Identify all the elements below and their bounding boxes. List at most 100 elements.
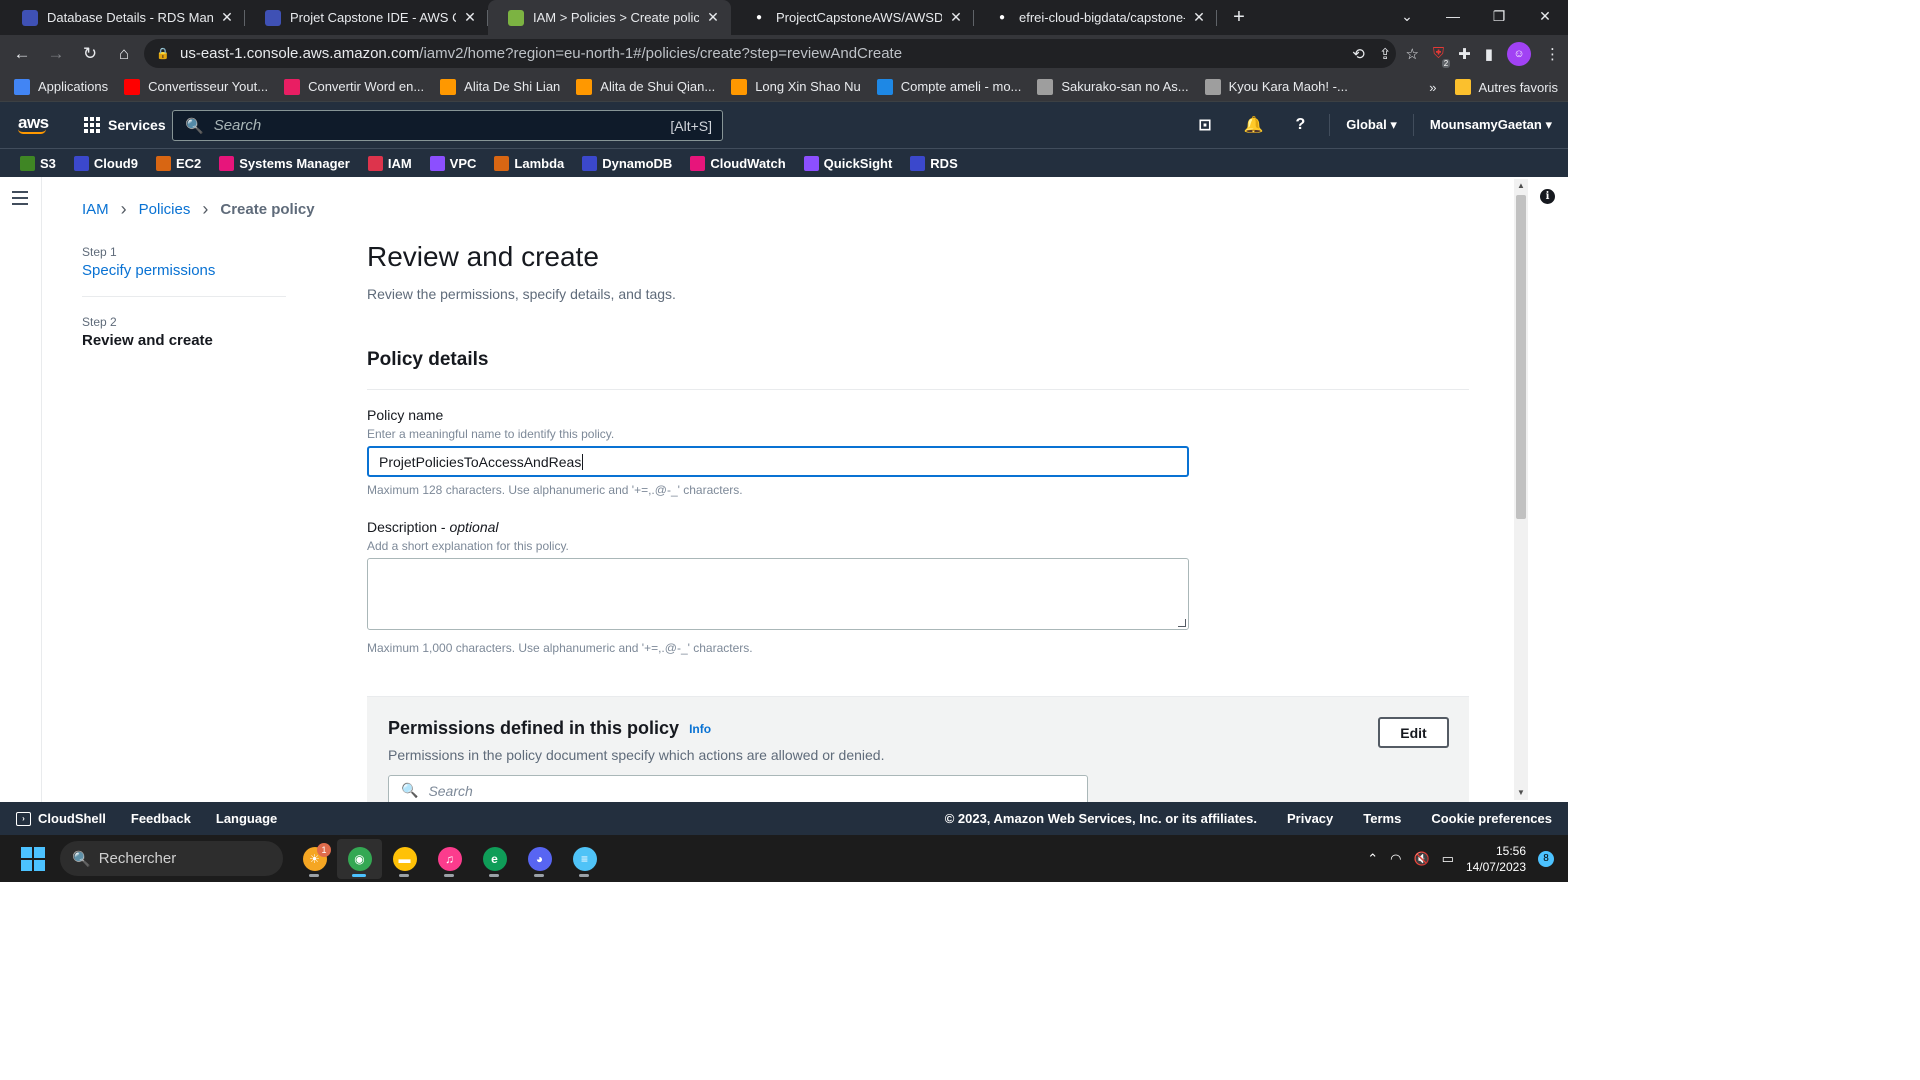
extensions-puzzle-icon[interactable]: ✚ xyxy=(1458,45,1471,63)
close-tab-icon[interactable]: ✕ xyxy=(948,9,964,26)
forward-icon[interactable]: → xyxy=(40,38,72,70)
service-shortcut-systems-manager[interactable]: Systems Manager xyxy=(219,155,350,171)
browser-tab[interactable]: ● efrei-cloud-bigdata/capstone-pro ✕ xyxy=(974,0,1217,35)
resize-handle-icon[interactable] xyxy=(1178,619,1186,627)
scroll-down-icon[interactable]: ▼ xyxy=(1516,788,1526,798)
bookmark-item[interactable]: Kyou Kara Maoh! -... xyxy=(1204,78,1348,95)
taskbar-search[interactable]: 🔍 Rechercher xyxy=(60,841,283,876)
services-menu-button[interactable]: Services xyxy=(84,117,166,133)
bookmark-item[interactable]: Alita De Shi Lian xyxy=(440,78,560,95)
service-shortcut-quicksight[interactable]: QuickSight xyxy=(803,155,892,171)
service-shortcut-vpc[interactable]: VPC xyxy=(429,155,476,171)
translate-icon[interactable]: ⟲ xyxy=(1352,45,1365,63)
breadcrumb-iam[interactable]: IAM xyxy=(82,201,109,218)
bookmark-label: Convertisseur Yout... xyxy=(148,79,269,94)
service-shortcut-lambda[interactable]: Lambda xyxy=(494,155,564,171)
taskbar-app[interactable]: ☀ 1 xyxy=(292,839,337,879)
ghost-icon xyxy=(1037,78,1054,95)
lock-icon[interactable]: 🔒 xyxy=(156,47,170,60)
terms-link[interactable]: Terms xyxy=(1363,811,1401,826)
breadcrumb-policies[interactable]: Policies xyxy=(139,201,191,218)
account-menu[interactable]: MounsamyGaetan ▾ xyxy=(1430,117,1552,133)
taskbar-app[interactable]: ▬ xyxy=(382,839,427,879)
share-icon[interactable]: ⇪ xyxy=(1379,45,1392,63)
step-1-label: Step 1 xyxy=(82,245,117,259)
close-tab-icon[interactable]: ✕ xyxy=(219,9,235,26)
new-tab-button[interactable]: + xyxy=(1223,0,1255,35)
notification-count[interactable]: 8 xyxy=(1538,850,1554,867)
browser-tab[interactable]: Projet Capstone IDE - AWS Cloud9 ✕ xyxy=(245,0,488,35)
close-tab-icon[interactable]: ✕ xyxy=(1191,9,1207,26)
scroll-up-icon[interactable]: ▲ xyxy=(1516,181,1526,191)
clock[interactable]: 15:56 14/07/2023 xyxy=(1466,843,1526,875)
help-icon[interactable]: ? xyxy=(1295,116,1305,134)
description-textarea[interactable] xyxy=(367,558,1189,630)
service-shortcut-cloudwatch[interactable]: CloudWatch xyxy=(690,155,786,171)
bookmark-item[interactable]: Compte ameli - mo... xyxy=(876,78,1021,95)
other-bookmarks-folder[interactable]: Autres favoris xyxy=(1454,79,1558,95)
tab-search-icon[interactable]: ⌄ xyxy=(1384,0,1430,32)
taskbar-app[interactable]: ≡ xyxy=(562,839,607,879)
aws-logo[interactable]: aws xyxy=(0,114,64,134)
aws-search-input[interactable]: 🔍 Search [Alt+S] xyxy=(172,110,723,141)
windows-start-icon[interactable] xyxy=(21,846,45,871)
bookmark-star-icon[interactable]: ☆ xyxy=(1405,45,1418,63)
edge-icon: e xyxy=(482,846,507,871)
bookmark-item[interactable]: Convertir Word en... xyxy=(284,78,424,95)
info-link[interactable]: Info xyxy=(689,722,711,736)
volume-muted-icon[interactable]: 🔇 xyxy=(1413,851,1429,867)
profile-avatar[interactable]: ☺ xyxy=(1507,41,1531,66)
close-tab-icon[interactable]: ✕ xyxy=(462,9,478,26)
bookmark-item[interactable]: Applications xyxy=(14,78,108,95)
policy-name-input[interactable]: ProjetPoliciesToAccessAndReas xyxy=(367,446,1189,477)
wifi-icon[interactable]: ◠ xyxy=(1390,851,1401,867)
browser-tab[interactable]: IAM > Policies > Create policy ✕ xyxy=(488,0,731,35)
taskbar-app[interactable]: ◉ xyxy=(337,838,382,879)
bookmark-item[interactable]: Long Xin Shao Nu xyxy=(731,78,861,95)
cloudshell-icon[interactable]: ⊡ xyxy=(1198,115,1211,135)
cookie-preferences-link[interactable]: Cookie preferences xyxy=(1431,811,1552,826)
battery-icon[interactable]: ▭ xyxy=(1442,851,1454,867)
region-selector[interactable]: Global ▾ xyxy=(1346,117,1397,133)
service-shortcut-dynamodb[interactable]: DynamoDB xyxy=(582,155,672,171)
privacy-link[interactable]: Privacy xyxy=(1287,811,1333,826)
chrome-menu-icon[interactable]: ⋮ xyxy=(1545,45,1560,63)
chevron-up-icon[interactable]: ⌃ xyxy=(1367,851,1378,867)
step-1-link[interactable]: Specify permissions xyxy=(82,262,286,279)
info-panel-icon[interactable]: i xyxy=(1540,189,1555,204)
taskbar-app[interactable]: ◕ xyxy=(517,839,562,879)
service-shortcut-iam[interactable]: IAM xyxy=(367,155,412,171)
edit-button[interactable]: Edit xyxy=(1378,717,1449,748)
service-shortcut-rds[interactable]: RDS xyxy=(910,155,958,171)
cloudshell-button[interactable]: › CloudShell xyxy=(16,811,106,826)
ublock-icon[interactable]: ⛨ 2 xyxy=(1433,45,1451,68)
close-window-icon[interactable]: ✕ xyxy=(1522,0,1568,32)
browser-tab[interactable]: Database Details - RDS Management ✕ xyxy=(2,0,245,35)
bookmark-item[interactable]: Convertisseur Yout... xyxy=(124,78,269,95)
close-tab-icon[interactable]: ✕ xyxy=(705,9,721,26)
reload-icon[interactable]: ↻ xyxy=(74,38,106,70)
tab-title: ProjectCapstoneAWS/AWSDeploy xyxy=(776,10,942,25)
notifications-bell-icon[interactable]: 🔔 xyxy=(1244,115,1264,135)
restore-icon[interactable]: ❐ xyxy=(1476,0,1522,32)
page-scrollbar[interactable]: ▲ ▼ xyxy=(1514,179,1528,800)
cloudshell-icon: › xyxy=(16,811,31,826)
bookmark-item[interactable]: Sakurako-san no As... xyxy=(1037,78,1189,95)
taskbar-app[interactable]: ♫ xyxy=(427,839,472,879)
bookmarks-overflow-icon[interactable]: » xyxy=(1429,80,1436,95)
bookmark-item[interactable]: Alita de Shui Qian... xyxy=(576,78,715,95)
language-link[interactable]: Language xyxy=(216,811,277,826)
browser-tab[interactable]: ● ProjectCapstoneAWS/AWSDeploy ✕ xyxy=(731,0,974,35)
service-shortcut-cloud9[interactable]: Cloud9 xyxy=(73,155,138,171)
home-icon[interactable]: ⌂ xyxy=(108,38,140,70)
minimize-icon[interactable]: — xyxy=(1430,0,1476,32)
address-bar[interactable]: 🔒 us-east-1.console.aws.amazon.com/iamv2… xyxy=(144,39,1396,68)
service-shortcut-ec2[interactable]: EC2 xyxy=(155,155,201,171)
hamburger-menu-icon[interactable] xyxy=(12,191,28,209)
feedback-link[interactable]: Feedback xyxy=(131,811,191,826)
back-icon[interactable]: ← xyxy=(6,38,38,70)
service-shortcut-s3[interactable]: S3 xyxy=(20,155,56,171)
scrollbar-thumb[interactable] xyxy=(1516,195,1526,519)
taskbar-app[interactable]: e xyxy=(472,839,517,879)
side-panel-icon[interactable]: ▮ xyxy=(1485,45,1493,63)
